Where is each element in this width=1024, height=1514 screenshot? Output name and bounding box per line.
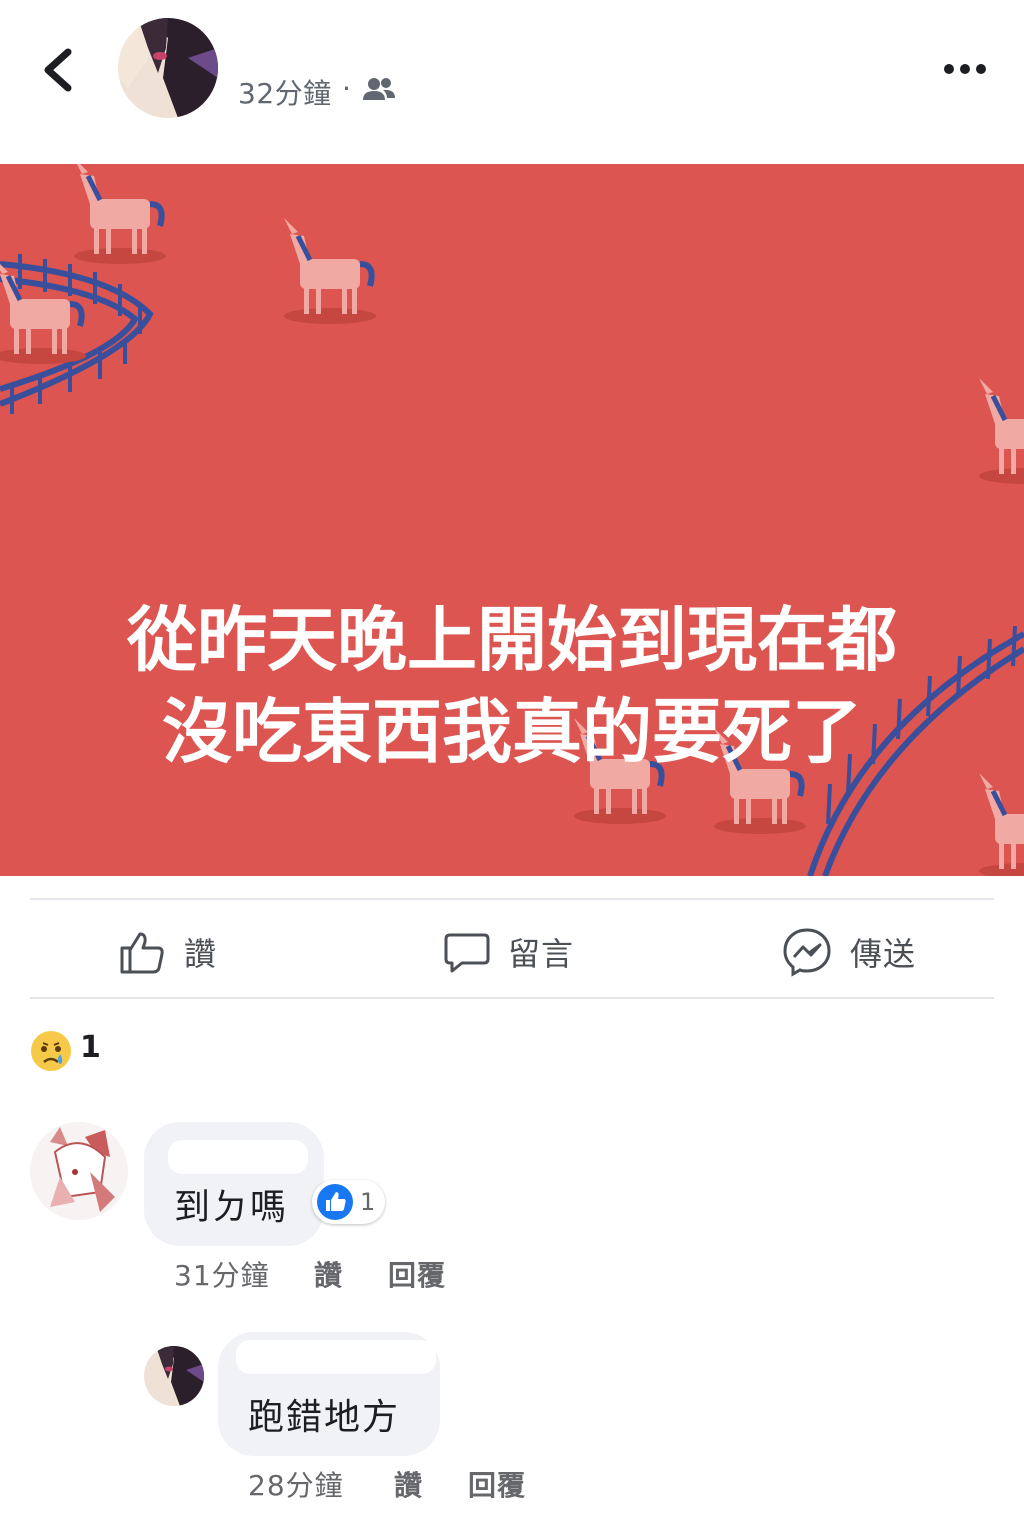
- reply-timestamp: 28分鐘: [248, 1469, 344, 1502]
- send-label: 傳送: [850, 935, 917, 973]
- comment-bubble-icon: [444, 933, 490, 973]
- thumbs-up-icon: [120, 932, 164, 974]
- comment-reply-link[interactable]: 回覆: [388, 1254, 446, 1294]
- reply-author-avatar[interactable]: [144, 1346, 204, 1406]
- comment-button[interactable]: 留言: [444, 922, 574, 982]
- commenter-avatar[interactable]: [30, 1122, 128, 1220]
- chevron-left-icon: [44, 48, 72, 92]
- post-text-line-1: 從昨天晚上開始到現在都: [127, 599, 897, 681]
- send-button[interactable]: 傳送: [782, 922, 916, 982]
- like-reaction-icon: [317, 1184, 353, 1220]
- poster-avatar[interactable]: [118, 18, 218, 118]
- reaction-count[interactable]: 1: [80, 1030, 101, 1065]
- separator-dot: ·: [342, 72, 351, 105]
- friends-icon[interactable]: [362, 76, 396, 104]
- post-text-line-2: 沒吃東西我真的要死了: [162, 691, 862, 773]
- crying-face-icon[interactable]: [30, 1030, 72, 1072]
- reply-like-link[interactable]: 讚: [394, 1464, 423, 1504]
- like-label: 讚: [184, 935, 218, 973]
- post-text: 從昨天晚上開始到現在都 沒吃東西我真的要死了: [40, 594, 984, 778]
- redacted-name: [168, 1140, 308, 1174]
- back-button[interactable]: [36, 40, 86, 100]
- like-button[interactable]: 讚: [118, 922, 217, 982]
- divider: [30, 997, 994, 999]
- messenger-icon: [783, 928, 831, 977]
- reply-text: 跑錯地方: [248, 1397, 401, 1438]
- comment-label: 留言: [508, 935, 575, 973]
- post-banner[interactable]: 從昨天晚上開始到現在都 沒吃東西我真的要死了: [0, 164, 1024, 876]
- comment-like-link[interactable]: 讚: [314, 1254, 343, 1294]
- divider: [30, 898, 994, 900]
- more-horizontal-icon: [944, 64, 986, 74]
- comment-like-count: 1: [360, 1188, 376, 1216]
- redacted-name: [236, 1340, 436, 1374]
- post-timestamp[interactable]: 32分鐘: [238, 72, 332, 112]
- reply-reply-link[interactable]: 回覆: [468, 1464, 526, 1504]
- more-options-button[interactable]: [940, 52, 990, 86]
- comment-timestamp: 31分鐘: [174, 1259, 270, 1292]
- comment-like-badge[interactable]: 1: [312, 1180, 386, 1224]
- comment-text: 到ㄉ嗎: [174, 1187, 289, 1228]
